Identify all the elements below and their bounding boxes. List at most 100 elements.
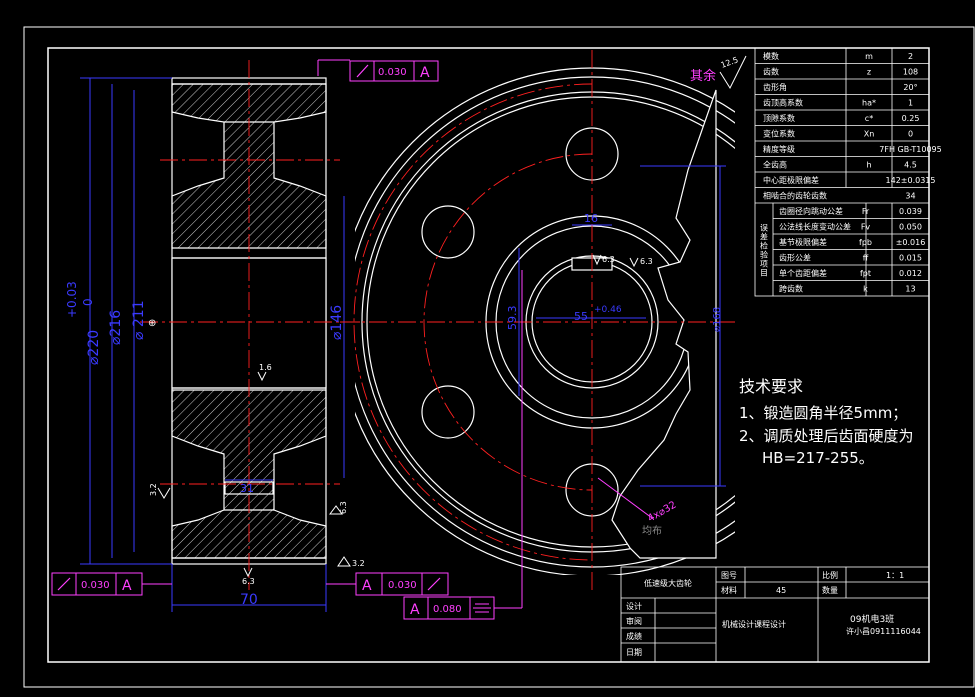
runout-icon — [427, 577, 441, 591]
tolerance-frame-top: 0.030 A — [317, 59, 439, 82]
param-value: ±0.016 — [896, 238, 926, 247]
group-label-char: 项 — [760, 260, 768, 269]
student-name: 许小昌0911116044 — [846, 626, 921, 636]
svg-text:成绩: 成绩 — [626, 631, 642, 641]
param-symbol: Xn — [864, 130, 875, 139]
group-label-char: 目 — [760, 269, 768, 278]
param-symbol: fpb — [859, 238, 872, 247]
param-name: 变位系数 — [763, 129, 795, 139]
svg-text:3.2: 3.2 — [352, 559, 365, 568]
param-name: 基节极限偏差 — [779, 237, 827, 247]
param-name: 顶隙系数 — [763, 113, 795, 123]
param-name: 相啮合的齿轮齿数 — [763, 191, 827, 201]
ref-diameter: ⌀216 — [108, 310, 124, 345]
param-value: 7FH GB-T10095 — [879, 145, 941, 154]
param-value: 1 — [908, 99, 913, 108]
svg-text:3.2: 3.2 — [149, 483, 158, 496]
svg-text:0.030: 0.030 — [388, 580, 417, 591]
param-value: 34 — [905, 192, 915, 201]
param-name: 精度等级 — [763, 144, 795, 154]
group-label-char: 检 — [760, 241, 768, 251]
svg-text:6.3: 6.3 — [640, 257, 653, 266]
svg-text:设计: 设计 — [626, 601, 642, 611]
center-mark: ⊕ — [148, 318, 156, 329]
param-value: 0 — [908, 130, 913, 139]
web-label: 均布 — [642, 525, 662, 537]
tip-tol-lower: 0 — [81, 298, 95, 306]
svg-text:图号: 图号 — [721, 571, 737, 580]
param-value: 142±0.0315 — [886, 176, 936, 185]
svg-text:1.6: 1.6 — [259, 363, 272, 372]
outer-dim: ⌀168 — [712, 307, 723, 332]
param-value: 0.015 — [899, 254, 922, 263]
hatch-top-rim — [171, 83, 327, 249]
param-value: 0.050 — [899, 223, 922, 232]
param-name: 跨齿数 — [779, 284, 803, 294]
tip-diameter: ⌀220 — [86, 330, 102, 365]
tolerance-frame-bottom-left: 0.030 A — [51, 572, 172, 596]
param-value: 0.039 — [899, 207, 922, 216]
tech-item-2: 2、调质处理后齿面硬度为 — [739, 427, 914, 445]
param-symbol: c* — [865, 114, 873, 123]
group-label-char: 误 — [760, 224, 768, 233]
svg-text:比例: 比例 — [822, 570, 838, 580]
svg-text:A: A — [122, 578, 132, 594]
svg-text:6.3: 6.3 — [242, 577, 255, 586]
svg-text:A: A — [410, 602, 420, 618]
other-roughness: 其余 12.5 — [690, 55, 747, 90]
svg-text:6.3: 6.3 — [339, 501, 348, 514]
param-name: 模数 — [763, 51, 779, 61]
part-name: 低速级大齿轮 — [644, 578, 692, 588]
web-hole-1 — [421, 205, 475, 259]
param-symbol: h — [866, 161, 871, 170]
param-value: 0.25 — [902, 114, 920, 123]
tech-requirements: 技术要求 1、锻造圆角半径5mm； 2、调质处理后齿面硬度为 HB=217-25… — [739, 377, 914, 467]
svg-text:0.080: 0.080 — [433, 604, 462, 615]
param-value: 20° — [903, 83, 917, 92]
svg-text:其余: 其余 — [690, 68, 716, 84]
param-symbol: fpt — [860, 269, 871, 278]
param-name: 中心距极限偏差 — [763, 175, 819, 185]
param-name: 齿顶高系数 — [763, 98, 803, 108]
param-name: 公法线长度变动公差 — [779, 222, 851, 232]
class-name: 09机电3班 — [850, 613, 894, 625]
param-name: 齿形角 — [763, 82, 787, 92]
roughness-icon — [629, 257, 639, 268]
course-name: 机械设计课程设计 — [722, 619, 786, 629]
svg-text:0.030: 0.030 — [378, 67, 407, 78]
param-value: 0.012 — [899, 269, 922, 278]
param-value: 2 — [908, 52, 913, 61]
param-name: 单个齿距偏差 — [779, 268, 827, 278]
param-value: 4.5 — [904, 161, 917, 170]
svg-text:12.5: 12.5 — [720, 55, 740, 70]
svg-text:数量: 数量 — [822, 585, 838, 595]
param-symbol: ha* — [862, 99, 876, 108]
roughness-icon — [157, 487, 171, 499]
engineering-drawing: ⌀220 +0.03 0 ⌀216 ⌀ 211 ⌀146 70 31 16 59… — [23, 26, 975, 688]
bore-dia: 55 — [574, 310, 588, 323]
root-diameter: ⌀ 211 — [131, 300, 147, 340]
param-name: 齿数 — [763, 67, 779, 77]
param-name: 全齿高 — [763, 160, 787, 170]
front-cut-edge — [611, 89, 717, 559]
roughness-icon — [243, 567, 253, 578]
roughness-icon — [337, 556, 351, 567]
title-block-text: 低速级大齿轮 图号 比例 1：1 材料 45 数量 设计 审阅 成绩 日期 机械… — [626, 570, 921, 657]
svg-text:45: 45 — [776, 586, 786, 595]
param-name: 齿形公差 — [779, 253, 811, 263]
key-depth: 59.3 — [506, 306, 519, 331]
web-hole-2 — [421, 385, 475, 439]
runout-icon — [356, 64, 369, 78]
param-name: 齿圈径向跳动公差 — [779, 206, 843, 216]
tech-title: 技术要求 — [739, 377, 803, 396]
svg-text:日期: 日期 — [626, 648, 642, 657]
tolerance-frame-bottom-mid: A 0.030 — [326, 572, 449, 596]
tech-item-1: 1、锻造圆角半径5mm； — [739, 404, 907, 422]
svg-text:材料: 材料 — [721, 585, 737, 595]
tech-item-3: HB=217-255。 — [762, 449, 874, 467]
param-value: 13 — [905, 285, 915, 294]
param-value: 108 — [903, 68, 918, 77]
param-symbol: z — [867, 68, 871, 77]
bore-tol: +0.46 — [594, 305, 622, 315]
runout-icon — [57, 577, 71, 591]
